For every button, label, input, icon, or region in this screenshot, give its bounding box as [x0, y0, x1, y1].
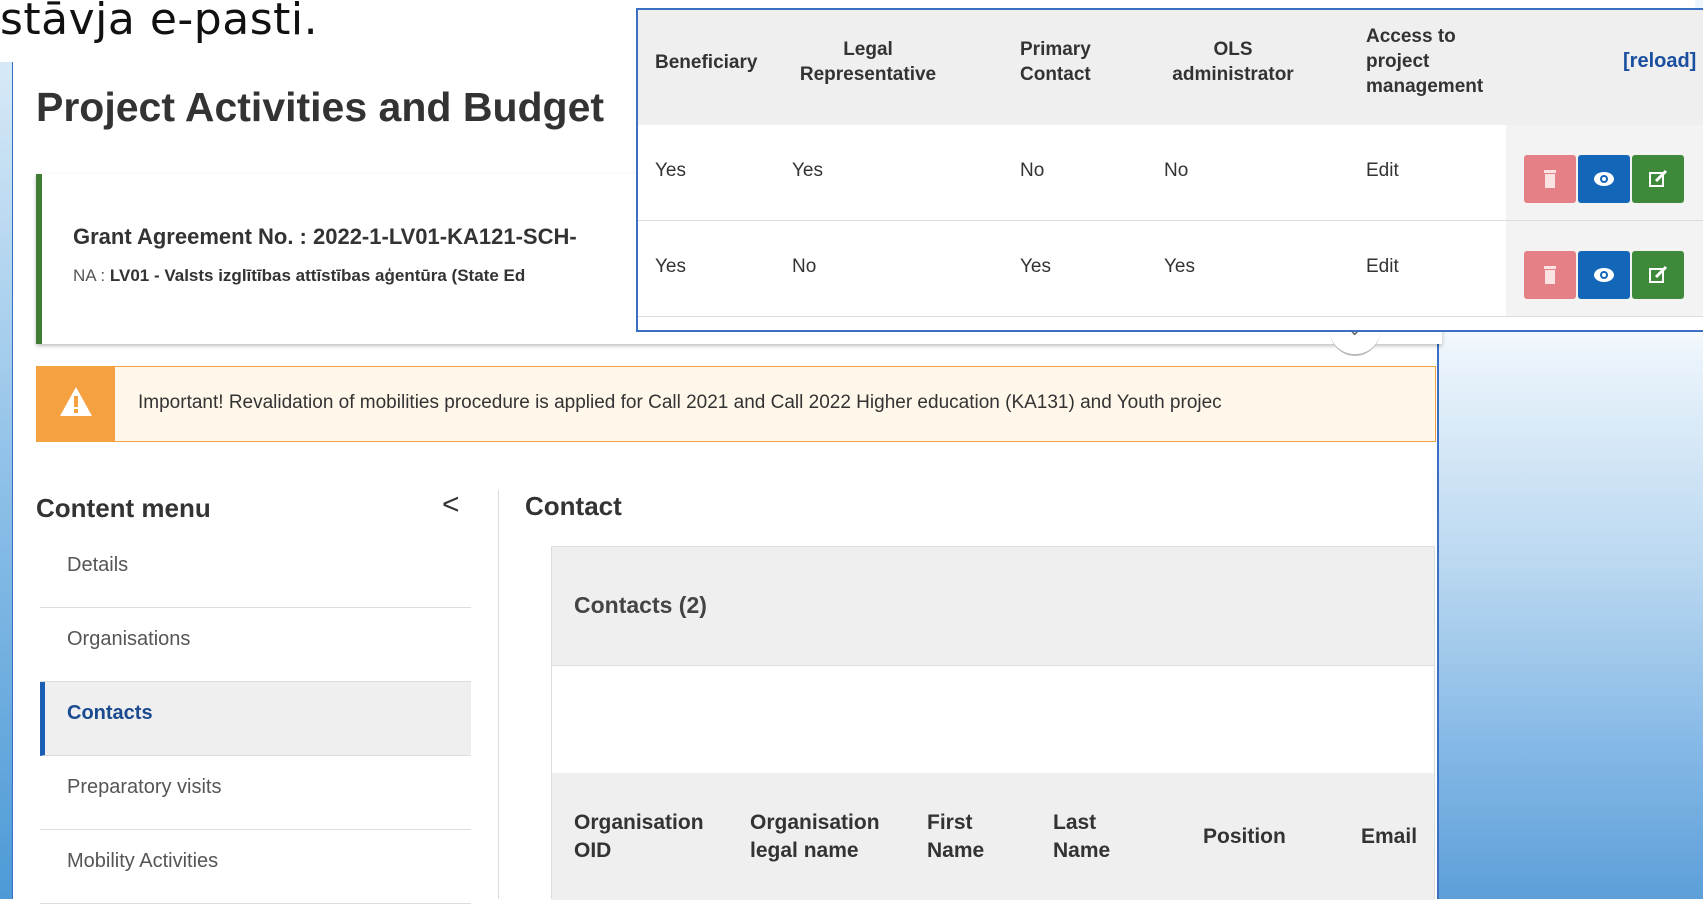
header-legal-representative: Legal Representative: [799, 39, 937, 85]
edit-icon: [1649, 169, 1668, 187]
header-ols-administrator: OLS administrator: [1172, 39, 1294, 85]
cell-access: Edit: [1366, 256, 1399, 277]
cell-primary-contact: Yes: [1020, 256, 1051, 277]
cell-beneficiary: Yes: [655, 160, 686, 181]
na-value: LV01 - Valsts izglītības attīstības aģen…: [109, 266, 526, 285]
header-access-project-management: Access to project management: [1366, 26, 1484, 97]
content-menu-title: Content menu: [36, 493, 211, 523]
column-header-first-name[interactable]: First Name: [927, 809, 984, 865]
header-beneficiary: Beneficiary: [655, 52, 758, 73]
edit-button[interactable]: [1632, 251, 1684, 299]
warning-text: Important! Revalidation of mobilities pr…: [138, 392, 1222, 413]
view-button[interactable]: [1578, 155, 1630, 203]
column-header-position[interactable]: Position: [1203, 823, 1286, 851]
na-prefix: NA :: [73, 266, 110, 285]
reload-link[interactable]: [reload]: [1623, 50, 1696, 73]
view-button[interactable]: [1578, 251, 1630, 299]
menu-item-label: Contacts: [67, 702, 153, 724]
edit-button[interactable]: [1632, 155, 1684, 203]
menu-item-preparatory-visits[interactable]: Preparatory visits: [40, 756, 471, 830]
cell-ols-administrator: Yes: [1164, 256, 1195, 277]
delete-button[interactable]: [1524, 251, 1576, 299]
contacts-panel-header: Contacts (2): [552, 547, 1434, 666]
warning-icon-block: [37, 367, 115, 441]
trash-icon: [1544, 266, 1556, 284]
menu-item-label: Organisations: [67, 628, 191, 650]
cell-beneficiary: Yes: [655, 256, 686, 277]
column-header-organisation-legal-name[interactable]: Organisation legal name: [750, 809, 880, 865]
menu-item-contacts[interactable]: Contacts: [40, 682, 471, 756]
warning-banner: Important! Revalidation of mobilities pr…: [36, 366, 1436, 442]
menu-item-label: Details: [67, 554, 129, 576]
slide-title-fragment: stāvja e-pasti.: [0, 0, 319, 45]
background-gradient-right: [1435, 300, 1703, 899]
row-actions: [1506, 221, 1703, 316]
background-stripe-left: [0, 62, 12, 899]
cell-primary-contact: No: [1020, 160, 1045, 181]
warning-icon: [60, 387, 92, 416]
cell-legal-representative: Yes: [792, 160, 823, 181]
menu-item-label: Preparatory visits: [67, 776, 222, 798]
header-primary-contact: Primary Contact: [1020, 39, 1091, 85]
menu-item-organisations[interactable]: Organisations: [40, 608, 471, 682]
delete-button[interactable]: [1524, 155, 1576, 203]
column-header-last-name[interactable]: Last Name: [1053, 809, 1110, 865]
cell-ols-administrator: No: [1164, 160, 1189, 181]
chevron-left-icon[interactable]: <: [442, 488, 460, 522]
grant-agreement-number: Grant Agreement No. : 2022-1-LV01-KA121-…: [73, 224, 577, 249]
national-agency: NA : LV01 - Valsts izglītības attīstības…: [73, 266, 525, 286]
contacts-panel: Contacts (2) Organisation OID Organisatio…: [551, 546, 1435, 900]
content-divider: [498, 490, 499, 899]
contact-section-title: Contact: [525, 491, 622, 521]
menu-item-details[interactable]: Details: [40, 534, 471, 608]
contacts-count-title: Contacts (2): [574, 592, 707, 618]
row-actions: [1506, 125, 1703, 220]
popup-table-header: Beneficiary Legal Representative Primary C…: [638, 10, 1703, 125]
contacts-table-header: Organisation OID Organisation legal name F…: [552, 773, 1434, 900]
table-row: Yes Yes No No Edit: [638, 125, 1703, 221]
page-title: Project Activities and Budget: [36, 84, 605, 130]
contacts-roles-popup: Beneficiary Legal Representative Primary C…: [636, 8, 1703, 332]
menu-item-label: Mobility Activities: [67, 850, 219, 872]
trash-icon: [1544, 170, 1556, 188]
menu-item-mobility-activities[interactable]: Mobility Activities: [40, 830, 471, 904]
table-row: Yes No Yes Yes Edit: [638, 221, 1703, 317]
cell-access: Edit: [1366, 160, 1399, 181]
eye-icon: [1594, 268, 1614, 282]
eye-icon: [1594, 172, 1614, 186]
column-header-email[interactable]: Email: [1361, 823, 1417, 851]
edit-icon: [1649, 265, 1668, 283]
cell-legal-representative: No: [792, 256, 817, 277]
column-header-organisation-oid[interactable]: Organisation OID: [574, 809, 704, 865]
